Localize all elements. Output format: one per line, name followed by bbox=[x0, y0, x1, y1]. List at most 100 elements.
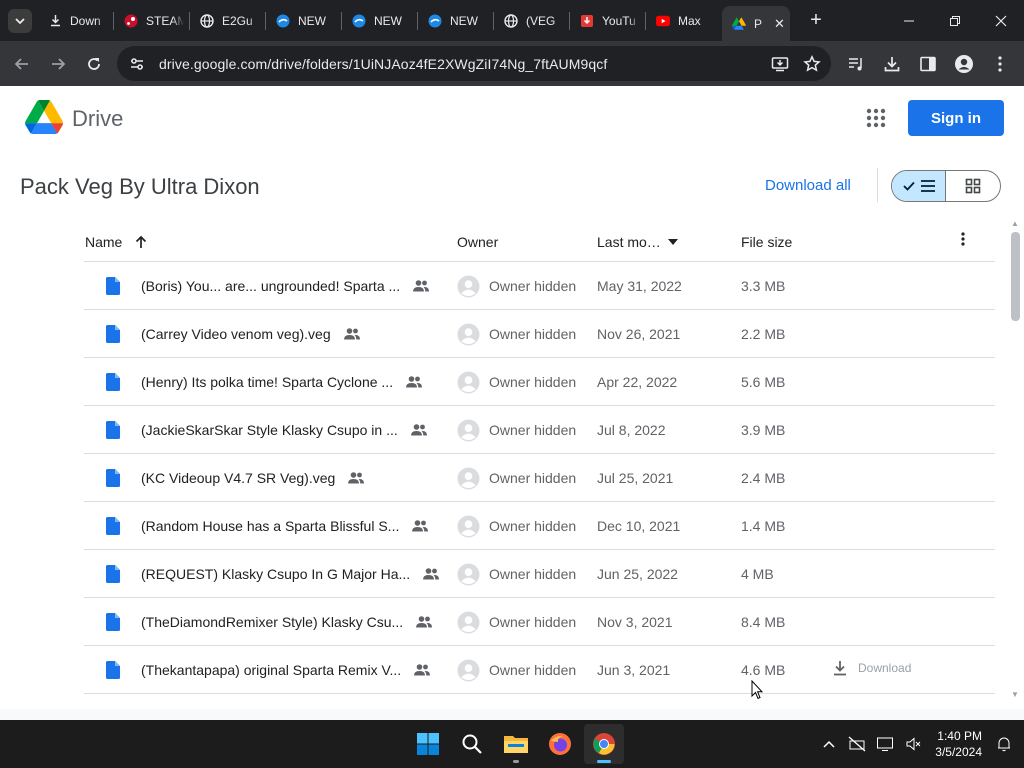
minimize-button[interactable] bbox=[886, 0, 932, 41]
tab-active[interactable]: P ✕ bbox=[722, 6, 790, 41]
download-all-button[interactable]: Download all bbox=[765, 177, 851, 194]
tab[interactable]: NEW bbox=[266, 0, 342, 41]
shared-people-icon bbox=[412, 520, 429, 532]
file-row[interactable]: (Carrey Video venom veg).veg Owner hidden… bbox=[84, 310, 995, 358]
download-icon bbox=[884, 56, 900, 71]
profile-button[interactable] bbox=[946, 46, 982, 82]
file-row[interactable]: (JackieSkarSkar Style Klasky Csupo in ..… bbox=[84, 406, 995, 454]
check-icon bbox=[902, 181, 915, 191]
file-icon bbox=[106, 373, 120, 391]
red-download-icon bbox=[580, 14, 594, 28]
google-drive-logo-icon[interactable] bbox=[25, 100, 63, 134]
chrome-taskbar-button[interactable] bbox=[584, 724, 624, 764]
file-row[interactable]: (TheDiamondRemixer Style) Klasky Csu... O… bbox=[84, 598, 995, 646]
tab-search-button[interactable] bbox=[8, 8, 32, 33]
download-icon bbox=[48, 14, 62, 28]
tab-title: E2Gu bbox=[222, 13, 253, 28]
shared-people-icon bbox=[343, 328, 360, 340]
file-row[interactable]: (Random House has a Sparta Blissful S...… bbox=[84, 502, 995, 550]
scroll-up-arrow-icon[interactable]: ▲ bbox=[1011, 219, 1019, 228]
file-name[interactable]: (REQUEST) Klasky Csupo In G Major Ha... bbox=[141, 566, 410, 582]
file-row[interactable]: (KC Videoup V4.7 SR Veg).veg Owner hidden… bbox=[84, 454, 995, 502]
close-tab-icon[interactable]: ✕ bbox=[774, 16, 785, 32]
file-row[interactable]: (Henry) Its polka time! Sparta Cyclone .… bbox=[84, 358, 995, 406]
restore-button[interactable] bbox=[932, 0, 978, 41]
file-name[interactable]: (Carrey Video venom veg).veg bbox=[141, 326, 331, 342]
owner-name: Owner hidden bbox=[489, 662, 577, 678]
file-row[interactable]: (Thekantapapa) original Sparta Remix V..… bbox=[84, 646, 995, 694]
clock[interactable]: 1:40 PM 3/5/2024 bbox=[935, 728, 982, 760]
address-bar[interactable]: drive.google.com/drive/folders/1UiNJAoz4… bbox=[117, 46, 831, 81]
file-name[interactable]: (Boris) You... are... ungrounded! Sparta… bbox=[141, 278, 400, 294]
tab[interactable]: E2Gu bbox=[190, 0, 266, 41]
volume-muted-button[interactable] bbox=[899, 724, 927, 764]
file-name[interactable]: (KC Videoup V4.7 SR Veg).veg bbox=[141, 470, 335, 486]
globe-icon bbox=[200, 13, 214, 28]
tab[interactable]: Max bbox=[646, 0, 722, 41]
close-window-button[interactable] bbox=[978, 0, 1024, 41]
forward-button[interactable] bbox=[44, 50, 72, 78]
display-status-button[interactable] bbox=[871, 724, 899, 764]
bookmark-star-icon[interactable] bbox=[803, 54, 821, 73]
table-header: Name Owner Last mo… File size bbox=[84, 222, 995, 262]
show-hidden-icons-button[interactable] bbox=[815, 724, 843, 764]
notifications-button[interactable] bbox=[990, 724, 1018, 764]
more-vert-icon bbox=[998, 55, 1002, 72]
start-button[interactable] bbox=[408, 724, 448, 764]
file-name[interactable]: (Henry) Its polka time! Sparta Cyclone .… bbox=[141, 374, 393, 390]
new-tab-button[interactable]: + bbox=[804, 9, 828, 32]
tab[interactable]: (VEG bbox=[494, 0, 570, 41]
url-text[interactable]: drive.google.com/drive/folders/1UiNJAoz4… bbox=[159, 56, 607, 72]
side-panel-button[interactable] bbox=[910, 46, 946, 82]
windows-taskbar: 1:40 PM 3/5/2024 bbox=[0, 720, 1024, 768]
file-name[interactable]: (Random House has a Sparta Blissful S... bbox=[141, 518, 399, 534]
file-icon bbox=[106, 661, 120, 679]
network-status-button[interactable] bbox=[843, 724, 871, 764]
side-panel-icon bbox=[920, 56, 936, 71]
file-name[interactable]: (TheDiamondRemixer Style) Klasky Csu... bbox=[141, 614, 403, 630]
file-row[interactable]: (Boris) You... are... ungrounded! Sparta… bbox=[84, 262, 995, 310]
owner-avatar-icon bbox=[457, 611, 480, 634]
reload-button[interactable] bbox=[80, 50, 108, 78]
download-file-button[interactable]: Download bbox=[832, 660, 911, 676]
tab[interactable]: NEW bbox=[418, 0, 494, 41]
install-app-icon[interactable] bbox=[771, 55, 789, 73]
speaker-muted-icon bbox=[906, 737, 921, 751]
firefox-taskbar-button[interactable] bbox=[540, 724, 580, 764]
media-controls-button[interactable] bbox=[838, 46, 874, 82]
taskbar-search-button[interactable] bbox=[452, 724, 492, 764]
file-explorer-taskbar-button[interactable] bbox=[496, 724, 536, 764]
name-column-header[interactable]: Name bbox=[85, 234, 148, 250]
chrome-menu-button[interactable] bbox=[982, 46, 1018, 82]
last-modified-column-header[interactable]: Last mo… bbox=[597, 234, 679, 250]
column-options-button[interactable] bbox=[961, 232, 965, 249]
site-info-icon[interactable] bbox=[127, 54, 147, 74]
tab[interactable]: Down bbox=[38, 0, 114, 41]
owner-name: Owner hidden bbox=[489, 326, 577, 342]
windows-start-icon bbox=[417, 733, 439, 755]
scrollbar-thumb[interactable] bbox=[1011, 232, 1020, 321]
list-view-button[interactable] bbox=[892, 171, 947, 201]
restore-icon bbox=[950, 15, 960, 26]
last-modified-date: Jul 25, 2021 bbox=[597, 470, 674, 486]
scroll-down-arrow-icon[interactable]: ▼ bbox=[1011, 690, 1019, 699]
sort-ascending-arrow-icon[interactable] bbox=[134, 235, 148, 249]
file-name[interactable]: (JackieSkarSkar Style Klasky Csupo in ..… bbox=[141, 422, 398, 438]
tab[interactable]: STEAM bbox=[114, 0, 190, 41]
tab[interactable]: NEW bbox=[342, 0, 418, 41]
grid-view-button[interactable] bbox=[946, 171, 1000, 201]
file-row[interactable]: (REQUEST) Klasky Csupo In G Major Ha... O… bbox=[84, 550, 995, 598]
sign-in-button[interactable]: Sign in bbox=[908, 100, 1004, 136]
toolbar-divider bbox=[877, 168, 878, 202]
bell-icon bbox=[998, 737, 1010, 752]
file-icon bbox=[106, 421, 120, 439]
file-size: 5.6 MB bbox=[741, 374, 786, 390]
downloads-button[interactable] bbox=[874, 46, 910, 82]
tab[interactable]: YouTu bbox=[570, 0, 646, 41]
file-name[interactable]: (Thekantapapa) original Sparta Remix V..… bbox=[141, 662, 401, 678]
owner-name: Owner hidden bbox=[489, 374, 577, 390]
back-button[interactable] bbox=[8, 50, 36, 78]
shared-people-icon bbox=[406, 376, 423, 388]
google-apps-icon[interactable] bbox=[864, 106, 888, 130]
profile-icon bbox=[955, 54, 973, 73]
